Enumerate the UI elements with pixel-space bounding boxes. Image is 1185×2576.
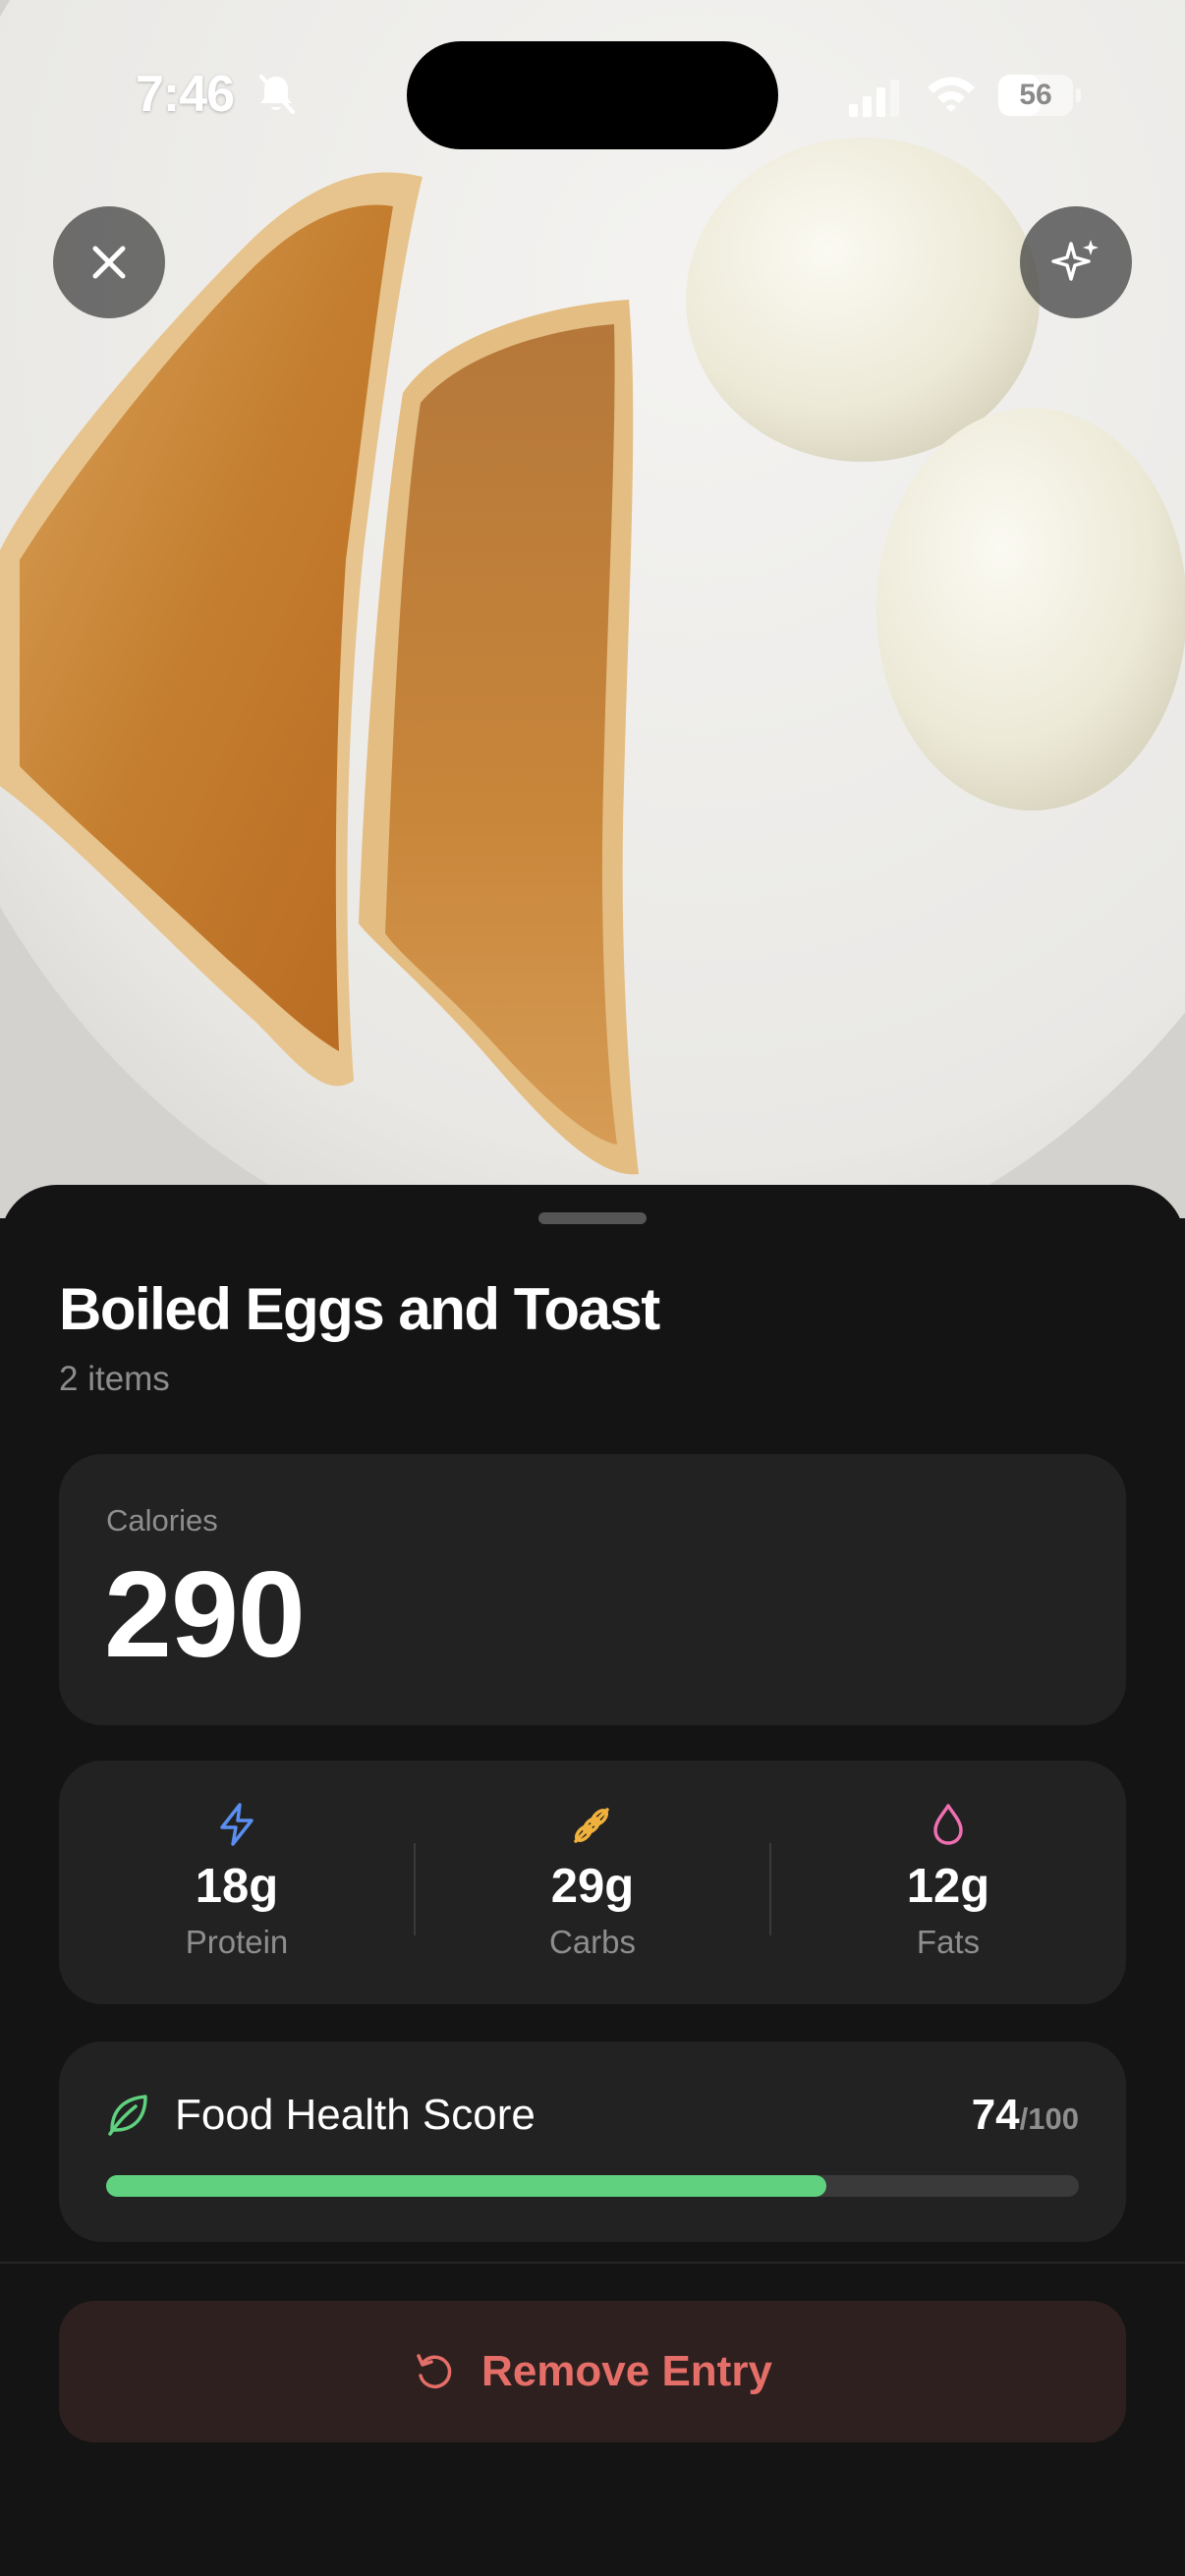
sheet-grabber[interactable]: [538, 1212, 647, 1224]
meal-item-count: 2 items: [59, 1360, 170, 1398]
undo-icon: [417, 2354, 452, 2388]
wifi-icon: [928, 77, 975, 112]
carbs-label: Carbs: [548, 1924, 637, 1960]
calories-card[interactable]: Calories 290: [59, 1454, 1126, 1725]
wheat-icon: [574, 1808, 609, 1843]
protein-label: Protein: [185, 1924, 289, 1960]
cellular-signal-icon: [849, 80, 899, 117]
health-score-label: Food Health Score: [175, 2091, 536, 2139]
macro-divider: [769, 1843, 771, 1935]
health-score-max: /100: [1019, 2101, 1079, 2136]
remove-entry-button[interactable]: Remove Entry: [59, 2301, 1126, 2442]
dynamic-island: [407, 41, 778, 149]
status-bar: 7:46 56: [0, 0, 1185, 196]
status-time: 7:46: [136, 66, 235, 123]
remove-entry-label: Remove Entry: [481, 2347, 772, 2395]
battery-level: 56: [1019, 79, 1052, 111]
meal-title: Boiled Eggs and Toast: [59, 1276, 660, 1342]
macro-fats: 12g Fats: [770, 1761, 1126, 2004]
fats-label: Fats: [916, 1924, 981, 1960]
lightning-icon: [220, 1803, 254, 1846]
carbs-value: 29g: [550, 1860, 635, 1913]
droplet-icon: [933, 1804, 963, 1845]
sparkles-icon: [1051, 240, 1099, 281]
macro-protein: 18g Protein: [59, 1761, 415, 2004]
calories-value: 290: [104, 1547, 306, 1683]
health-score-bar: [106, 2175, 1079, 2197]
fats-value: 12g: [906, 1860, 990, 1913]
sheet-separator: [0, 2262, 1185, 2264]
macro-divider: [414, 1843, 416, 1935]
health-score-card[interactable]: Food Health Score 74/100: [59, 2042, 1126, 2242]
silent-mode-icon: [259, 75, 295, 114]
battery-indicator: 56: [998, 75, 1081, 116]
health-score-bar-fill: [106, 2175, 826, 2197]
protein-value: 18g: [195, 1860, 279, 1913]
health-score-value: 74/100: [971, 2091, 1079, 2139]
leaf-icon: [108, 2095, 147, 2136]
close-icon: [92, 246, 126, 279]
meal-detail-sheet: Boiled Eggs and Toast 2 items Calories 2…: [0, 1185, 1185, 2576]
macros-card[interactable]: 18g Protein 29g Carbs 12g Fats: [59, 1761, 1126, 2004]
ai-sparkle-button[interactable]: [1020, 206, 1132, 318]
macro-carbs: 29g Carbs: [415, 1761, 770, 2004]
calories-label: Calories: [106, 1503, 218, 1538]
close-button[interactable]: [53, 206, 165, 318]
